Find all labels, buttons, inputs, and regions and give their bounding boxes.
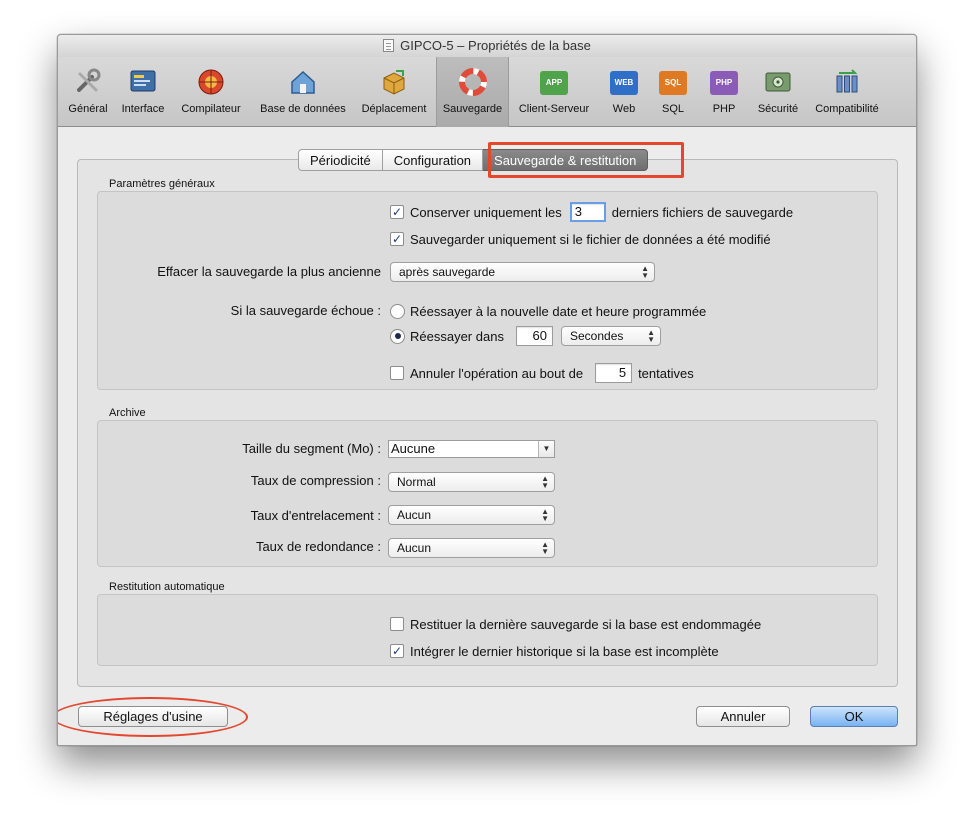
retry-scheduled-row: Réessayer à la nouvelle date et heure pr… [390,301,706,321]
integrate-log-row: ✓ Intégrer le dernier historique si la b… [390,643,719,659]
window-title: GIPCO-5 – Propriétés de la base [400,38,591,53]
preferences-window: GIPCO-5 – Propriétés de la base Général … [57,34,917,746]
toolbar-item-backup[interactable]: Sauvegarde [436,57,509,127]
erase-oldest-popup[interactable]: après sauvegarde ▲ ▼ [390,262,655,282]
retry-unit-popup[interactable]: Secondes ▲ ▼ [561,326,661,346]
segment-size-label: Taille du segment (Mo) : [242,441,381,456]
tab-highlight-annotation [488,142,684,178]
toolbar-item-security[interactable]: Sécurité [751,57,805,127]
toolbar-item-database[interactable]: Base de données [254,57,352,127]
toolbar-item-php[interactable]: PHP PHP [702,57,746,127]
tools-icon [73,67,103,97]
cancel-after-count-field[interactable]: 5 [595,363,633,383]
popup-arrows-icon: ▲ ▼ [641,264,649,280]
only-if-modified-checkbox[interactable]: ✓ [390,232,404,246]
toolbar-item-compatibility[interactable]: Compatibilité [808,57,886,127]
on-failure-label: Si la sauvegarde échoue : [230,303,381,318]
tab-periodicity[interactable]: Périodicité [298,149,383,171]
group-label-archive: Archive [109,407,146,419]
keep-only-row: ✓ Conserver uniquement les 3 derniers fi… [390,202,793,222]
interface-icon [128,67,158,97]
keep-only-count-field[interactable]: 3 [569,202,606,222]
keep-only-checkbox[interactable]: ✓ [390,205,404,219]
popup-arrows-icon: ▲ ▼ [541,540,549,556]
interlacing-label: Taux d'entrelacement : [250,508,381,523]
web-icon: WEB [609,67,639,97]
document-icon [383,39,395,52]
only-if-modified-row: ✓ Sauvegarder uniquement si le fichier d… [390,231,771,247]
popup-arrows-icon: ▲ ▼ [541,507,549,523]
security-icon [763,67,793,97]
toolbar-item-client-server[interactable]: APP Client-Serveur [513,57,595,127]
toolbar-item-sql[interactable]: SQL SQL [652,57,694,127]
app-icon: APP [539,67,569,97]
compatibility-icon [832,67,862,97]
title-bar: GIPCO-5 – Propriétés de la base [58,35,916,57]
toolbar-item-web[interactable]: WEB Web [602,57,646,127]
retry-in-row: Réessayer dans 60 [390,325,553,347]
compression-label: Taux de compression : [250,473,381,488]
redundancy-label: Taux de redondance : [255,539,381,554]
segment-size-combo[interactable]: Aucune ▼ [388,440,555,458]
chevron-down-icon[interactable]: ▼ [538,441,554,457]
lifebuoy-icon [458,67,488,97]
toolbar-item-interface[interactable]: Interface [116,57,170,127]
popup-arrows-icon: ▲ ▼ [647,328,655,344]
toolbar-item-compiler[interactable]: Compilateur [175,57,247,127]
compiler-icon [196,67,226,97]
integrate-log-checkbox[interactable]: ✓ [390,644,404,658]
house-icon [288,67,318,97]
interlacing-popup[interactable]: Aucun ▲ ▼ [388,505,555,525]
tab-configuration[interactable]: Configuration [382,149,484,171]
factory-highlight-annotation [58,697,248,737]
compression-popup[interactable]: Normal ▲ ▼ [388,472,555,492]
group-label-restore: Restitution automatique [109,581,225,593]
retry-in-radio[interactable] [390,328,405,344]
cancel-after-checkbox[interactable] [390,366,404,380]
retry-scheduled-radio[interactable] [390,303,405,319]
ok-button[interactable]: OK [810,706,898,727]
box-icon [379,67,409,97]
toolbar-item-moving[interactable]: Déplacement [356,57,432,127]
redundancy-popup[interactable]: Aucun ▲ ▼ [388,538,555,558]
restore-last-checkbox[interactable] [390,617,404,631]
group-label-general: Paramètres généraux [109,178,215,190]
retry-delay-field[interactable]: 60 [515,326,553,346]
toolbar: Général Interface Compilateur Base de do… [58,57,916,127]
cancel-after-row: Annuler l'opération au bout de 5 tentati… [390,362,694,384]
erase-oldest-label: Effacer la sauvegarde la plus ancienne [157,264,381,279]
restore-last-row: Restituer la dernière sauvegarde si la b… [390,614,761,634]
sql-icon: SQL [658,67,688,97]
popup-arrows-icon: ▲ ▼ [541,474,549,490]
cancel-button[interactable]: Annuler [696,706,790,727]
php-icon: PHP [709,67,739,97]
toolbar-item-general[interactable]: Général [62,57,114,127]
